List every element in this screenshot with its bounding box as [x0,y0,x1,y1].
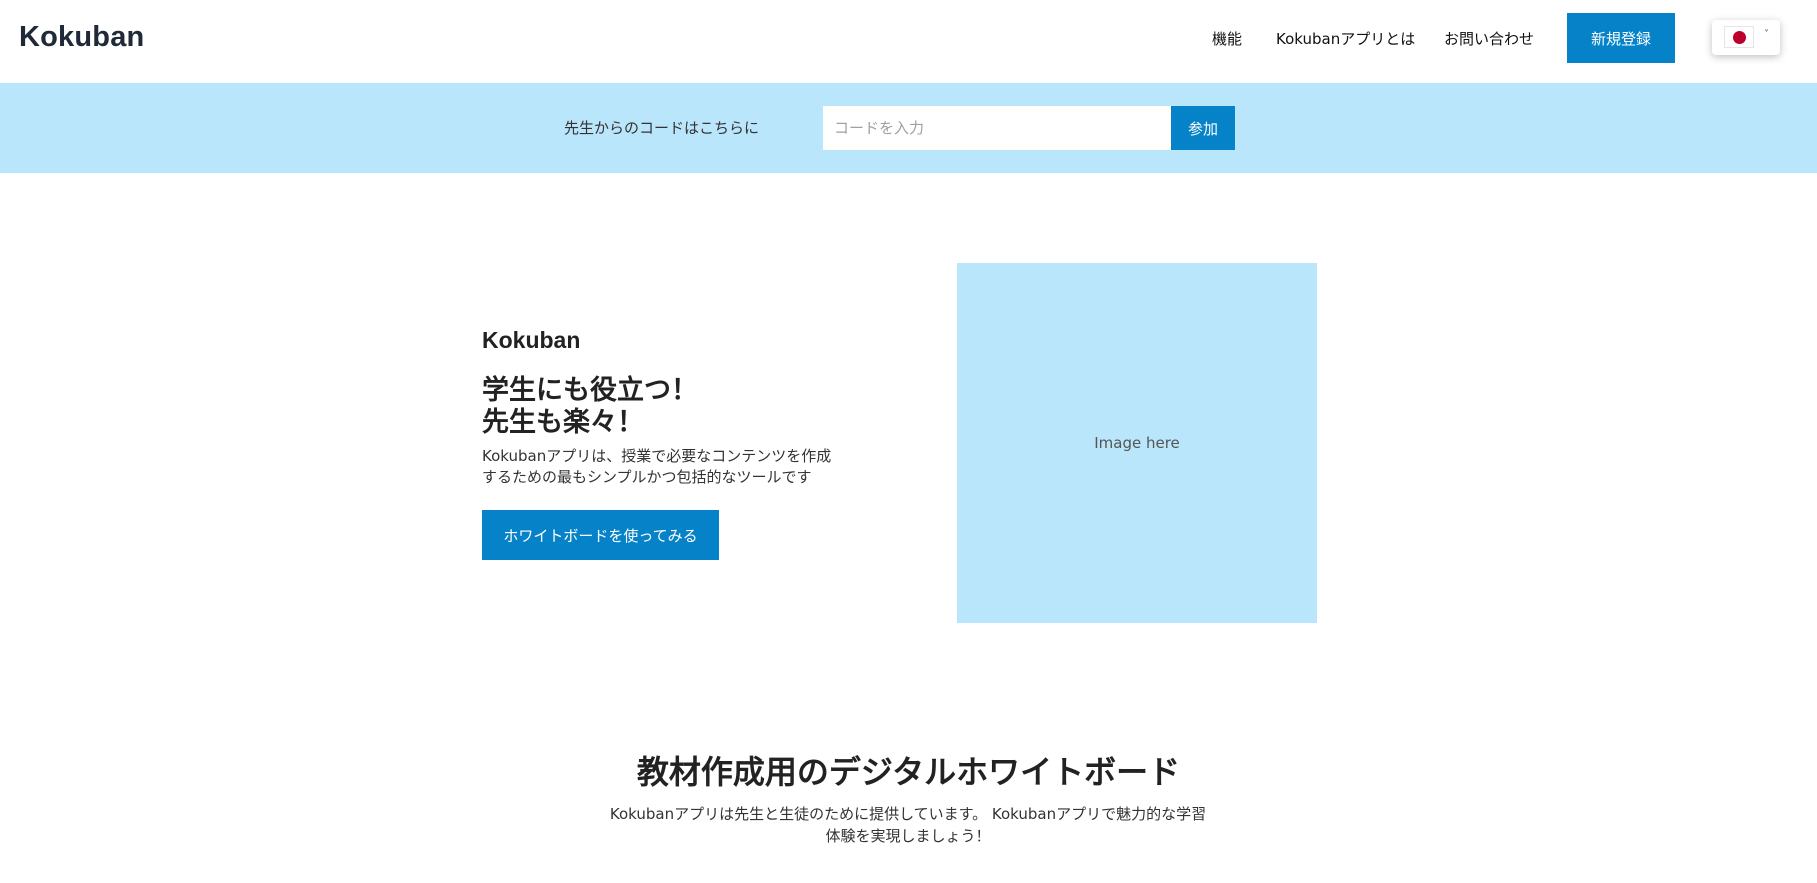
code-input[interactable] [823,106,1171,150]
section-title: 教材作成用のデジタルホワイトボード [636,753,1181,791]
hero-heading: 学生にも役立つ！ 先生も楽々！ [482,375,698,439]
image-placeholder-text: Image here [1094,434,1180,452]
site-header: Kokuban 機能 Kokubanアプリとは お問い合わせ 新規登録 ˅ [0,0,1817,83]
language-selector[interactable]: ˅ [1712,20,1780,55]
class-code-bar: 先生からのコードはこちらに 参加 [0,83,1817,173]
flag-circle [1733,31,1746,44]
try-whiteboard-button[interactable]: ホワイトボードを使ってみる [482,510,719,560]
nav-link-about[interactable]: Kokubanアプリとは [1276,28,1415,49]
hero-heading-line-2: 先生も楽々！ [482,407,644,438]
site-logo[interactable]: Kokuban [19,21,144,54]
join-button[interactable]: 参加 [1171,106,1235,150]
section-description: Kokubanアプリは先生と生徒のために提供しています。 Kokubanアプリで… [609,805,1207,845]
hero-description: Kokubanアプリは、授業で必要なコンテンツを作成するための最もシンプルかつ包… [482,447,832,486]
chevron-down-icon: ˅ [1764,29,1769,40]
code-label: 先生からのコードはこちらに [564,119,760,137]
signup-button[interactable]: 新規登録 [1567,13,1675,63]
nav-link-contact[interactable]: お問い合わせ [1444,28,1534,49]
hero-heading-line-1: 学生にも役立つ！ [482,375,698,406]
hero-image-placeholder: Image here [957,263,1317,623]
hero-app-name: Kokuban [482,327,581,353]
japan-flag-icon [1724,26,1754,48]
nav-link-features[interactable]: 機能 [1212,28,1242,49]
